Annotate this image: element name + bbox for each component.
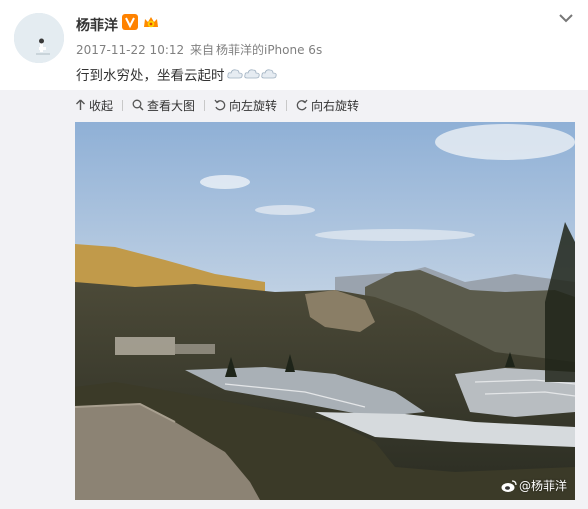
photo-watermark: @杨菲洋 [501, 477, 567, 494]
cloud-emoji [243, 69, 260, 79]
post-content: 行到水穷处，坐看云起时 [76, 64, 277, 84]
view-large-button[interactable]: 查看大图 [132, 97, 195, 114]
username[interactable]: 杨菲洋 [76, 15, 118, 35]
post-photo[interactable]: @杨菲洋 [75, 122, 575, 500]
magnifier-icon [132, 99, 144, 111]
rotate-left-label: 向左旋转 [229, 98, 278, 113]
post-header: 杨菲洋 2017-11-22 10:12 来自 杨菲洋的iPhone 6s 行到水… [0, 0, 588, 90]
source-device[interactable]: 杨菲洋的iPhone 6s [216, 43, 322, 57]
rotate-left-icon [214, 99, 226, 111]
chevron-down-icon[interactable] [558, 12, 574, 24]
view-large-label: 查看大图 [147, 98, 196, 113]
cloud-emoji-group [226, 68, 277, 80]
collapse-arrow-icon [76, 99, 85, 110]
rotate-right-label: 向右旋转 [311, 98, 360, 113]
vip-crown-icon[interactable] [142, 14, 160, 30]
avatar[interactable] [14, 13, 64, 63]
timestamp[interactable]: 2017-11-22 10:12 [76, 43, 184, 57]
post-meta: 2017-11-22 10:12 来自 杨菲洋的iPhone 6s [76, 41, 324, 58]
expanded-media-panel: 收起 查看大图 向左旋转 向右旋转 @杨菲洋 [0, 90, 588, 509]
rotate-left-button[interactable]: 向左旋转 [214, 97, 277, 114]
rotate-right-button[interactable]: 向右旋转 [296, 97, 359, 114]
verified-v-icon[interactable] [122, 14, 138, 30]
post-text: 行到水穷处，坐看云起时 [76, 68, 225, 84]
media-toolbar: 收起 查看大图 向左旋转 向右旋转 [75, 96, 359, 114]
avatar-image [14, 13, 64, 63]
collapse-button[interactable]: 收起 [75, 97, 113, 114]
watermark-text: @杨菲洋 [518, 479, 567, 493]
weibo-logo-icon [501, 479, 517, 492]
user-badges [122, 14, 160, 32]
toolbar-divider [286, 99, 288, 111]
cloud-emoji [226, 69, 243, 79]
rotate-right-icon [296, 99, 308, 111]
source-prefix: 来自 [189, 43, 214, 57]
toolbar-divider [122, 99, 124, 111]
toolbar-divider [204, 99, 206, 111]
cloud-emoji [260, 69, 277, 79]
collapse-label: 收起 [89, 98, 114, 113]
landscape-photo [75, 122, 575, 500]
